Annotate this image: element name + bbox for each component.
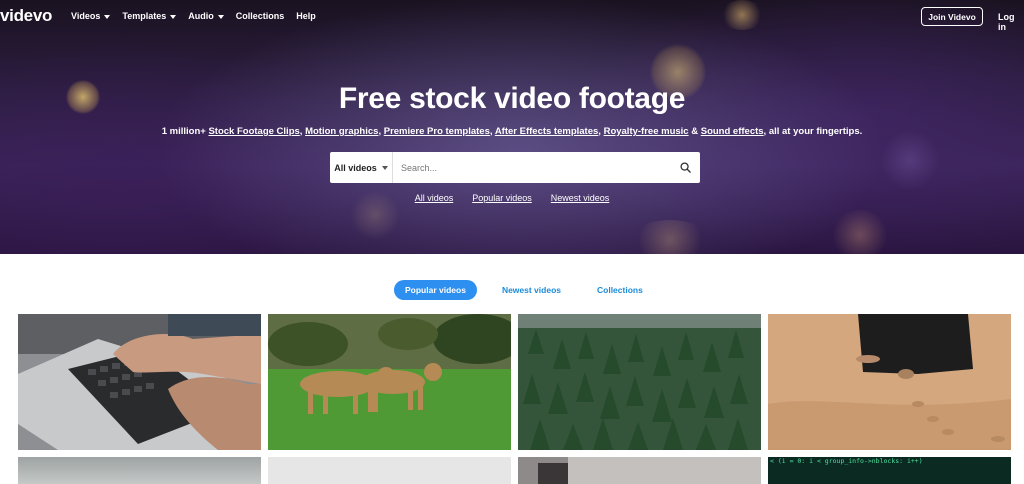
quick-link-newest-videos[interactable]: Newest videos — [551, 193, 610, 203]
nav-menu: Videos Templates Audio Collections Help — [71, 11, 316, 21]
laptop-scene-image — [18, 314, 261, 450]
login-link[interactable]: Log in — [998, 12, 1024, 32]
video-thumbnail-lionesses[interactable] — [268, 314, 511, 450]
nav-item-help[interactable]: Help — [296, 11, 316, 21]
desert-scene-image — [768, 314, 1011, 450]
link-premiere-templates[interactable]: Premiere Pro templates — [384, 126, 490, 137]
subtitle-suffix: , all at your fingertips. — [763, 126, 863, 137]
nav-item-label: Collections — [235, 11, 285, 21]
search-category-label: All videos — [334, 162, 377, 173]
tab-collections[interactable]: Collections — [586, 280, 654, 300]
quick-link-popular-videos[interactable]: Popular videos — [472, 193, 532, 203]
bokeh-light — [630, 220, 710, 254]
page-title: Free stock video footage — [338, 82, 686, 115]
search-input[interactable] — [393, 152, 670, 183]
video-thumbnail-misty-sky[interactable] — [18, 457, 261, 484]
tab-newest-videos[interactable]: Newest videos — [491, 280, 572, 300]
nav-item-collections[interactable]: Collections — [236, 11, 285, 21]
code-text: < (i = 0: i < group_info->nblocks: i++) — [768, 457, 1011, 466]
search-category-dropdown[interactable]: All videos — [330, 152, 393, 183]
bokeh-light — [880, 130, 940, 190]
chevron-down-icon — [170, 14, 177, 19]
chevron-down-icon — [381, 166, 388, 170]
link-royalty-free-music[interactable]: Royalty-free music — [604, 126, 689, 137]
video-thumbnail-forest-aerial[interactable] — [518, 314, 761, 450]
link-sound-effects[interactable]: Sound effects — [701, 126, 764, 137]
quick-link-all-videos[interactable]: All videos — [415, 193, 454, 203]
search-icon[interactable] — [670, 152, 700, 183]
video-thumbnail-code-screen[interactable]: < (i = 0: i < group_info->nblocks: i++) — [768, 457, 1011, 484]
tab-popular-videos[interactable]: Popular videos — [394, 280, 477, 300]
video-tabs: Popular videos Newest videos Collections — [394, 280, 668, 300]
subtitle-ampersand: & — [688, 126, 701, 137]
nav-item-videos[interactable]: Videos — [71, 11, 111, 21]
nav-item-label: Help — [296, 11, 316, 21]
hero-banner: videvo Videos Templates Audio Collection… — [0, 0, 1024, 254]
video-thumbnail-placeholder[interactable] — [268, 457, 511, 484]
nav-item-label: Templates — [122, 11, 167, 21]
bokeh-light — [830, 210, 890, 254]
nav-item-label: Videos — [71, 11, 101, 21]
top-navigation: videvo Videos Templates Audio Collection… — [0, 0, 1024, 34]
forest-scene-image — [518, 314, 761, 450]
indoor-scene-image — [518, 457, 761, 484]
quick-links: All videos Popular videos Newest videos — [0, 193, 1024, 203]
nav-item-templates[interactable]: Templates — [122, 11, 177, 21]
link-after-effects-templates[interactable]: After Effects templates — [495, 126, 598, 137]
join-button[interactable]: Join Videvo — [921, 7, 983, 26]
lionesses-scene-image — [268, 314, 511, 450]
video-thumbnail-laptop-typing[interactable] — [18, 314, 261, 450]
nav-item-audio[interactable]: Audio — [188, 11, 224, 21]
search-bar: All videos — [330, 152, 700, 183]
code-line: < (i = 0: i < group_info->nblocks: i++) — [770, 457, 923, 465]
chevron-down-icon — [217, 14, 224, 19]
hero-subtitle: 1 million+ Stock Footage Clips, Motion g… — [0, 126, 1024, 137]
chevron-down-icon — [104, 14, 111, 19]
link-stock-footage[interactable]: Stock Footage Clips — [208, 126, 299, 137]
videvo-logo[interactable]: videvo — [0, 6, 52, 26]
video-thumbnail-desert-walk[interactable] — [768, 314, 1011, 450]
subtitle-prefix: 1 million+ — [161, 126, 209, 137]
video-thumbnail-indoor-blur[interactable] — [518, 457, 761, 484]
nav-item-label: Audio — [188, 11, 214, 21]
link-motion-graphics[interactable]: Motion graphics — [305, 126, 378, 137]
